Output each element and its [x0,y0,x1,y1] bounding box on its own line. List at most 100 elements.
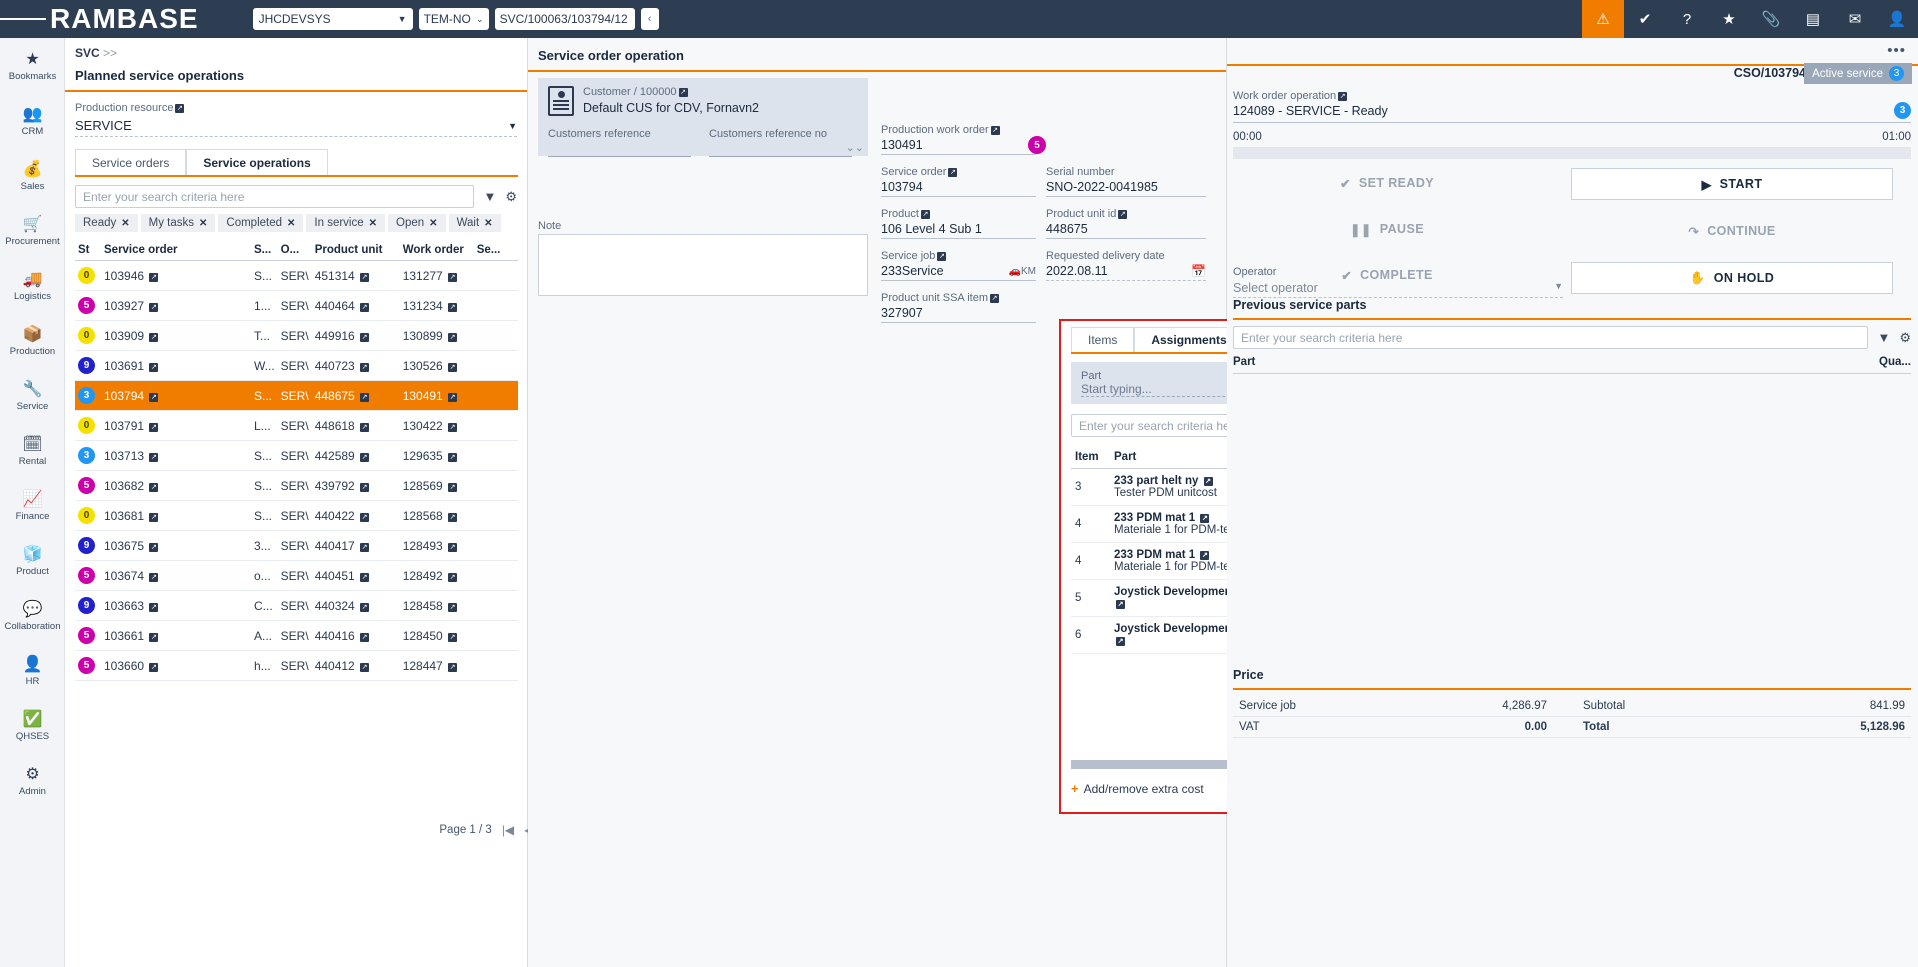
field-value-row[interactable]: 2022.08.11 📅 [1046,262,1206,281]
external-link-icon[interactable]: ↗ [1204,477,1213,486]
external-link-icon[interactable]: ↗ [360,363,369,372]
sidebar-item-production[interactable]: 📦Production [0,313,65,368]
external-link-icon[interactable]: ↗ [448,333,457,342]
external-link-icon[interactable]: ↗ [448,393,457,402]
table-row[interactable]: 5103660 ↗h...SER\440412 ↗128447 ↗ [75,651,518,681]
external-link-icon[interactable]: ↗ [360,573,369,582]
close-icon[interactable]: ✕ [199,218,207,229]
table-row[interactable]: 9103691 ↗W...SER\440723 ↗130526 ↗ [75,351,518,381]
cell-service-order[interactable]: 103909 ↗ [101,321,251,351]
external-link-icon[interactable]: ↗ [1338,92,1347,101]
cell-service-order[interactable]: 103927 ↗ [101,291,251,321]
external-link-icon[interactable]: ↗ [448,513,457,522]
location-select[interactable]: TEM-NO ⌄ [419,8,489,30]
field-value[interactable]: 106 Level 4 Sub 1 [881,220,1036,239]
table-row[interactable]: 9103675 ↗3...SER\440417 ↗128493 ↗ [75,531,518,561]
first-page-icon[interactable]: |◀ [502,823,514,837]
external-link-icon[interactable]: ↗ [1116,600,1125,609]
cell-service-order[interactable]: 103794 ↗ [101,381,251,411]
cell-service-order[interactable]: 103713 ↗ [101,441,251,471]
cell-product-unit[interactable]: 440723 ↗ [312,351,400,381]
cell-work-order[interactable]: 130422 ↗ [400,411,474,441]
field-value[interactable]: 327907 [881,304,1036,323]
table-row[interactable]: 3103713 ↗S...SER\442589 ↗129635 ↗ [75,441,518,471]
external-link-icon[interactable]: ↗ [360,663,369,672]
continue-button[interactable]: ↷CONTINUE [1571,216,1893,246]
external-link-icon[interactable]: ↗ [991,126,1000,135]
qhses-icon[interactable]: ✔ [1624,0,1666,38]
close-icon[interactable]: ✕ [369,218,377,229]
field-value[interactable]: 103794 [881,178,1036,197]
company-select[interactable]: JHCDEVSYS ▼ [253,8,413,30]
tab-service-orders[interactable]: Service orders [75,149,186,175]
external-link-icon[interactable]: ↗ [360,513,369,522]
cell-service-order[interactable]: 103791 ↗ [101,411,251,441]
filter-icon[interactable]: ▼ [483,189,496,204]
col-item[interactable]: Item [1071,446,1110,469]
external-link-icon[interactable]: ↗ [448,273,457,282]
cell-work-order[interactable]: 128447 ↗ [400,651,474,681]
table-row[interactable]: 5103682 ↗S...SER\439792 ↗128569 ↗ [75,471,518,501]
sidebar-item-service[interactable]: 🔧Service [0,368,65,423]
field-value[interactable]: 130491 [881,136,1036,155]
cell-service-order[interactable]: 103681 ↗ [101,501,251,531]
cell-product-unit[interactable]: 442589 ↗ [312,441,400,471]
cell-work-order[interactable]: 128458 ↗ [400,591,474,621]
table-row[interactable]: 0103681 ↗S...SER\440422 ↗128568 ↗ [75,501,518,531]
external-link-icon[interactable]: ↗ [448,363,457,372]
cell-service-order[interactable]: 103661 ↗ [101,621,251,651]
external-link-icon[interactable]: ↗ [149,423,158,432]
table-row[interactable]: 5103674 ↗o...SER\440451 ↗128492 ↗ [75,561,518,591]
external-link-icon[interactable]: ↗ [1200,551,1209,560]
col-se[interactable]: Se... [474,240,518,261]
set-ready-button[interactable]: ✔SET READY [1233,168,1541,198]
close-icon[interactable]: ✕ [484,218,492,229]
external-link-icon[interactable]: ↗ [360,603,369,612]
external-link-icon[interactable]: ↗ [149,573,158,582]
breadcrumb-root[interactable]: SVC [75,46,100,60]
sidebar-item-crm[interactable]: 👥CRM [0,93,65,148]
external-link-icon[interactable]: ↗ [1200,514,1209,523]
external-link-icon[interactable]: ↗ [149,513,158,522]
external-link-icon[interactable]: ↗ [149,453,158,462]
mail-icon[interactable]: ✉ [1834,0,1876,38]
external-link-icon[interactable]: ↗ [679,88,688,97]
more-options-icon[interactable]: ••• [1887,42,1906,59]
sidebar-item-sales[interactable]: 💰Sales [0,148,65,203]
external-link-icon[interactable]: ↗ [1116,637,1125,646]
cell-product-unit[interactable]: 440416 ↗ [312,621,400,651]
tab-service-operations[interactable]: Service operations [186,149,327,175]
field-value-row[interactable]: 233Service 🚗KM [881,262,1036,281]
external-link-icon[interactable]: ↗ [1118,210,1127,219]
external-link-icon[interactable]: ↗ [448,543,457,552]
external-link-icon[interactable]: ↗ [360,633,369,642]
table-row[interactable]: 0103909 ↗T...SER\449916 ↗130899 ↗ [75,321,518,351]
table-row[interactable]: 5103927 ↗1...SER\440464 ↗131234 ↗ [75,291,518,321]
filter-icon[interactable]: ▼ [1877,330,1890,345]
col-s[interactable]: S... [251,240,278,261]
external-link-icon[interactable]: ↗ [448,483,457,492]
external-link-icon[interactable]: ↗ [360,453,369,462]
external-link-icon[interactable]: ↗ [448,603,457,612]
chip-my-tasks[interactable]: My tasks✕ [141,214,216,232]
col-qua[interactable]: Qua... [1879,356,1911,368]
external-link-icon[interactable]: ↗ [149,543,158,552]
external-link-icon[interactable]: ↗ [448,453,457,462]
field-value[interactable]: SNO-2022-0041985 [1046,178,1206,197]
cell-service-order[interactable]: 103675 ↗ [101,531,251,561]
pause-button[interactable]: ❚❚PAUSE [1233,214,1541,244]
expand-chevron-icon[interactable]: ⌄⌄ [846,141,864,154]
external-link-icon[interactable]: ↗ [149,663,158,672]
external-link-icon[interactable]: ↗ [149,273,158,282]
search-input[interactable]: Enter your search criteria here [1233,326,1868,349]
external-link-icon[interactable]: ↗ [360,273,369,282]
table-row[interactable]: 3103794 ↗S...SER\448675 ↗130491 ↗ [75,381,518,411]
attachment-icon[interactable]: 📎 [1750,0,1792,38]
on-hold-button[interactable]: ✋ON HOLD [1571,262,1893,294]
customers-reference-no-input[interactable] [709,140,852,157]
external-link-icon[interactable]: ↗ [921,210,930,219]
external-link-icon[interactable]: ↗ [990,294,999,303]
sidebar-item-procurement[interactable]: 🛒Procurement [0,203,65,258]
sidebar-item-collaboration[interactable]: 💬Collaboration [0,588,65,643]
external-link-icon[interactable]: ↗ [149,393,158,402]
